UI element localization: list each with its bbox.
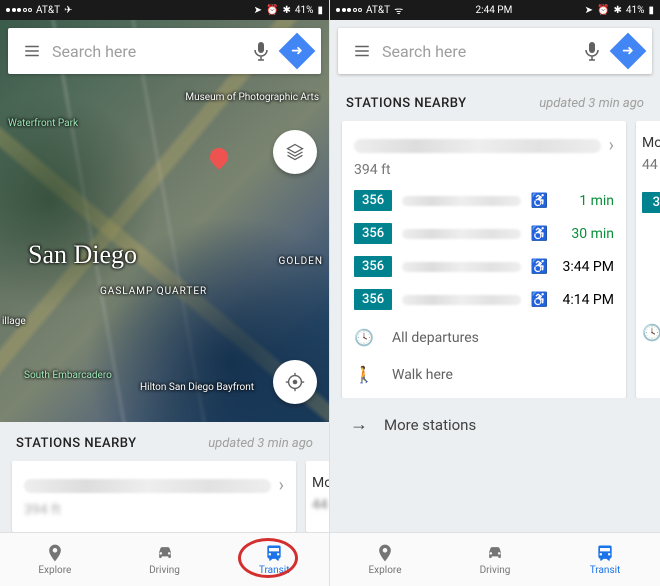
voice-search-icon[interactable] [243, 41, 279, 61]
my-location-button[interactable] [273, 360, 317, 404]
battery-pct: 41% [626, 5, 645, 16]
map-poi-waterfront: Waterfront Park [8, 118, 78, 129]
search-input[interactable]: Search here [382, 42, 574, 61]
station-distance: 394 ft [24, 502, 284, 518]
nav-driving[interactable]: Driving [440, 533, 550, 586]
accessible-icon: ♿ [531, 193, 548, 209]
map-label-village: illage [2, 316, 26, 327]
sheet-updated: updated 3 min ago [539, 96, 644, 111]
station-name-redacted [354, 139, 601, 153]
chevron-right-icon: › [279, 475, 284, 496]
departure-row[interactable]: 356 ♿ 1 min [354, 190, 614, 211]
search-bar[interactable]: Search here ➜ [8, 28, 321, 74]
walk-here-button[interactable]: 🚶 Walk here [354, 365, 614, 384]
phone-right: AT&T ᯤ 2:44 PM ➤⏰✱ 41% ▮ Search here ➜ S… [330, 0, 660, 586]
carrier-label: AT&T [366, 5, 390, 16]
carrier-label: AT&T [36, 5, 60, 16]
map-poi-museum: Museum of Photographic Arts [185, 92, 319, 103]
search-bar-container: Search here ➜ [330, 20, 660, 82]
destination-redacted [402, 262, 520, 272]
route-badge: 356 [354, 256, 392, 277]
layers-button[interactable] [273, 130, 317, 174]
more-stations-button[interactable]: → More stations [330, 398, 660, 451]
bottom-nav: Explore Driving Transit [330, 532, 660, 586]
accessible-icon: ♿ [531, 292, 548, 308]
destination-redacted [402, 229, 520, 239]
search-bar[interactable]: Search here ➜ [338, 28, 652, 74]
departures-icon: 🕓 [354, 328, 374, 347]
station-card-peek[interactable]: Mo 44 35 🕓 [636, 121, 660, 398]
route-badge: 356 [354, 223, 392, 244]
nav-driving[interactable]: Driving [110, 533, 220, 586]
peek-name: Mo [312, 475, 329, 491]
peek-name: Mo [642, 135, 660, 151]
map-poi-embarcadero: South Embarcadero [24, 370, 112, 381]
status-bar: AT&T ᯤ 2:44 PM ➤⏰✱ 41% ▮ [330, 0, 660, 20]
stations-sheet[interactable]: STATIONS NEARBY updated 3 min ago › 394 … [0, 422, 329, 532]
nav-explore[interactable]: Explore [330, 533, 440, 586]
sheet-title: STATIONS NEARBY [16, 436, 137, 451]
map-poi-hilton: Hilton San Diego Bayfront [140, 382, 254, 393]
departure-time: 4:14 PM [558, 292, 614, 308]
arrow-right-icon: → [350, 414, 368, 435]
sheet-title: STATIONS NEARBY [346, 96, 467, 111]
station-card[interactable]: › 394 ft 356 ♿ 1 min 356 ♿ 30 min 356 [342, 121, 626, 398]
departure-row[interactable]: 356 ♿ 30 min [354, 223, 614, 244]
accessible-icon: ♿ [531, 259, 548, 275]
search-bar-container: Search here ➜ [0, 20, 329, 82]
status-bar: AT&T ✈ ➤⏰ ✱ 41% ▮ [0, 0, 329, 20]
departure-time: 3:44 PM [558, 259, 614, 275]
voice-search-icon[interactable] [574, 41, 610, 61]
menu-icon[interactable] [12, 42, 52, 60]
peek-distance: 44 [642, 157, 660, 173]
destination-redacted [402, 295, 520, 305]
directions-button[interactable]: ➜ [279, 33, 315, 69]
walk-icon: 🚶 [354, 365, 374, 384]
chevron-right-icon: › [609, 135, 614, 156]
status-time: 2:44 PM [476, 5, 513, 16]
menu-icon[interactable] [342, 42, 382, 60]
map-district-gaslamp: GASLAMP QUARTER [100, 286, 207, 297]
departure-row[interactable]: 356 ♿ 3:44 PM [354, 256, 614, 277]
nav-transit[interactable]: Transit [550, 533, 660, 586]
bluetooth-icon: ✱ [283, 5, 291, 16]
station-distance: 394 ft [354, 162, 614, 178]
departure-time: 1 min [558, 193, 614, 209]
map-pin[interactable] [206, 144, 231, 169]
nav-explore[interactable]: Explore [0, 533, 110, 586]
stations-sheet-expanded[interactable]: STATIONS NEARBY updated 3 min ago › 394 … [330, 82, 660, 532]
station-card[interactable]: › 394 ft [12, 461, 296, 532]
phone-left: AT&T ✈ ➤⏰ ✱ 41% ▮ Search here ➜ San Dieg… [0, 0, 330, 586]
route-badge: 356 [354, 190, 392, 211]
station-name-redacted [24, 479, 271, 493]
map-city-label: San Diego [28, 240, 137, 270]
departures-icon: 🕓 [642, 323, 660, 342]
station-card-peek[interactable]: Mo 44 [306, 461, 329, 532]
map-district-golden: GOLDEN [279, 256, 323, 267]
nav-transit[interactable]: Transit [219, 533, 329, 586]
peek-distance: 44 [312, 497, 329, 513]
route-badge: 35 [642, 192, 660, 213]
all-departures-button[interactable]: 🕓 All departures [354, 328, 614, 347]
sheet-updated: updated 3 min ago [208, 436, 313, 451]
accessible-icon: ♿ [531, 226, 548, 242]
destination-redacted [402, 196, 520, 206]
route-badge: 356 [354, 289, 392, 310]
search-input[interactable]: Search here [52, 42, 243, 61]
battery-pct: 41% [295, 5, 314, 16]
directions-button[interactable]: ➜ [610, 33, 646, 69]
departure-time: 30 min [558, 226, 614, 242]
departure-row[interactable]: 356 ♿ 4:14 PM [354, 289, 614, 310]
bottom-nav: Explore Driving Transit [0, 532, 329, 586]
